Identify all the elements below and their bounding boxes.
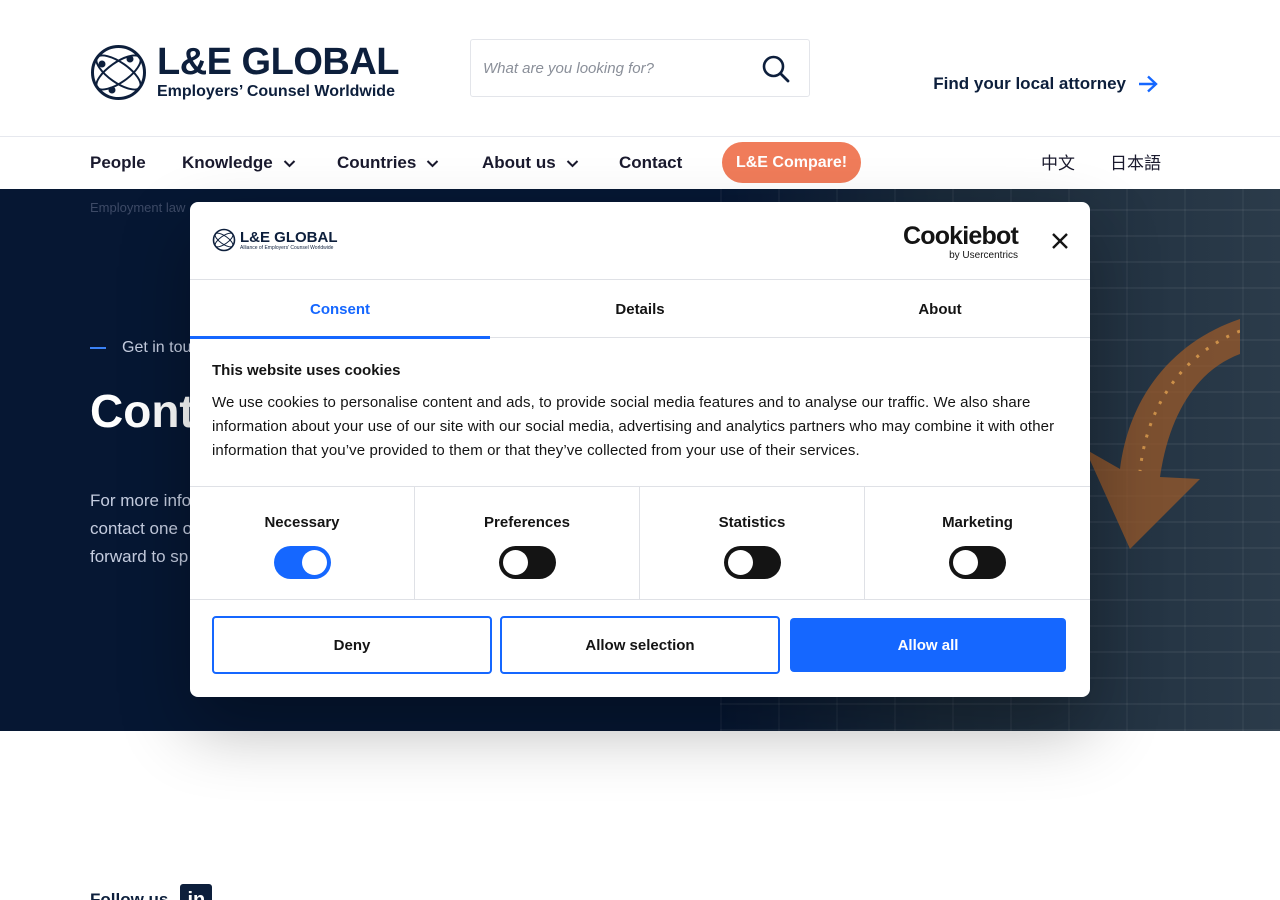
chevron-down-icon [427, 159, 439, 167]
site-header: L&E GLOBAL Employers’ Counsel Worldwide … [0, 0, 1280, 137]
dialog-body: This website uses cookies We use cookies… [212, 362, 1068, 463]
dialog-header: L&E GLOBAL Alliance of Employers' Counse… [190, 202, 1090, 280]
globe-logo-icon [212, 228, 236, 252]
allow-all-button[interactable]: Allow all [790, 618, 1066, 672]
follow-us: Follow us in [90, 884, 213, 900]
switch-knob [301, 550, 327, 575]
eyebrow-line [90, 347, 106, 349]
dialog-description: We use cookies to personalise content an… [212, 394, 1055, 459]
cookiebot-brand: Cookiebot by Usercentrics [902, 222, 1019, 262]
find-attorney-link[interactable]: Find your local attorney [933, 74, 1158, 94]
switch-knob [953, 550, 978, 575]
preferences-switch[interactable] [498, 546, 556, 579]
search-icon[interactable] [761, 54, 791, 84]
dialog-logo-subtitle: Alliance of Employers' Counsel Worldwide [240, 244, 334, 251]
dialog-logo-title: L&E GLOBAL [240, 228, 338, 246]
follow-label: Follow us [90, 890, 169, 900]
close-icon[interactable] [1050, 231, 1070, 251]
logo-title: L&E GLOBAL [157, 41, 399, 83]
toggle-preferences: Preferences [415, 487, 640, 599]
toggle-necessary: Necessary [190, 487, 415, 599]
dialog-tabs: Consent Details About [190, 280, 1090, 339]
search-box [470, 39, 810, 97]
nav-about-us[interactable]: About us [482, 137, 579, 189]
site-logo[interactable]: L&E GLOBAL Employers’ Counsel Worldwide [90, 43, 410, 101]
main-nav: People Knowledge Countries About us Cont… [0, 137, 1280, 189]
nav-label: About us [482, 153, 556, 172]
dialog-buttons: Deny Allow selection Allow all [212, 616, 1068, 674]
cookiebot-name: Cookiebot [902, 222, 1019, 250]
tab-details[interactable]: Details [490, 280, 790, 338]
toggle-label: Necessary [264, 514, 340, 531]
necessary-switch[interactable] [273, 546, 331, 579]
search-input[interactable] [483, 40, 753, 96]
linkedin-icon[interactable]: in [180, 884, 213, 900]
nav-label: Contact [619, 153, 683, 172]
lang-chinese[interactable]: 中文 [1041, 137, 1075, 185]
toggle-label: Statistics [718, 514, 786, 531]
dialog-logo: L&E GLOBAL Alliance of Employers' Counse… [212, 228, 338, 252]
arrow-right-icon [1139, 75, 1158, 93]
find-attorney-label: Find your local attorney [933, 74, 1126, 93]
consent-toggles: Necessary Preferences Statistics Marketi… [190, 486, 1090, 600]
nav-contact[interactable]: Contact [619, 137, 682, 189]
toggle-statistics: Statistics [640, 487, 865, 599]
page-title: Cont [90, 385, 195, 437]
eyebrow-text: Get in tou [122, 339, 192, 356]
toggle-label: Preferences [484, 514, 570, 531]
nav-label: Knowledge [182, 153, 273, 172]
tab-consent[interactable]: Consent [190, 280, 490, 339]
nav-people[interactable]: People [90, 137, 146, 189]
breadcrumb[interactable]: Employment law [90, 200, 185, 215]
nav-countries[interactable]: Countries [337, 137, 439, 189]
toggle-label: Marketing [942, 514, 1013, 531]
switch-knob [502, 550, 528, 575]
cookie-consent-dialog: L&E GLOBAL Alliance of Employers' Counse… [190, 202, 1090, 697]
logo-subtitle: Employers’ Counsel Worldwide [157, 83, 395, 100]
toggle-marketing: Marketing [865, 487, 1090, 599]
nav-label: People [90, 153, 146, 172]
chevron-down-icon [566, 159, 578, 167]
globe-logo-icon [91, 44, 146, 100]
nav-label: Countries [337, 153, 417, 172]
deny-button[interactable]: Deny [212, 616, 492, 674]
marketing-switch[interactable] [949, 546, 1006, 579]
hero-eyebrow: Get in tou [90, 339, 191, 357]
compare-button[interactable]: L&E Compare! [722, 142, 861, 183]
chevron-down-icon [283, 159, 295, 167]
allow-selection-button[interactable]: Allow selection [500, 616, 780, 674]
lang-japanese[interactable]: 日本語 [1110, 137, 1161, 185]
tab-about[interactable]: About [790, 280, 1090, 338]
statistics-switch[interactable] [723, 546, 781, 579]
nav-knowledge[interactable]: Knowledge [182, 137, 296, 189]
dialog-title: This website uses cookies [212, 362, 401, 379]
switch-knob [727, 550, 753, 575]
cookiebot-by: by Usercentrics [949, 250, 1018, 261]
